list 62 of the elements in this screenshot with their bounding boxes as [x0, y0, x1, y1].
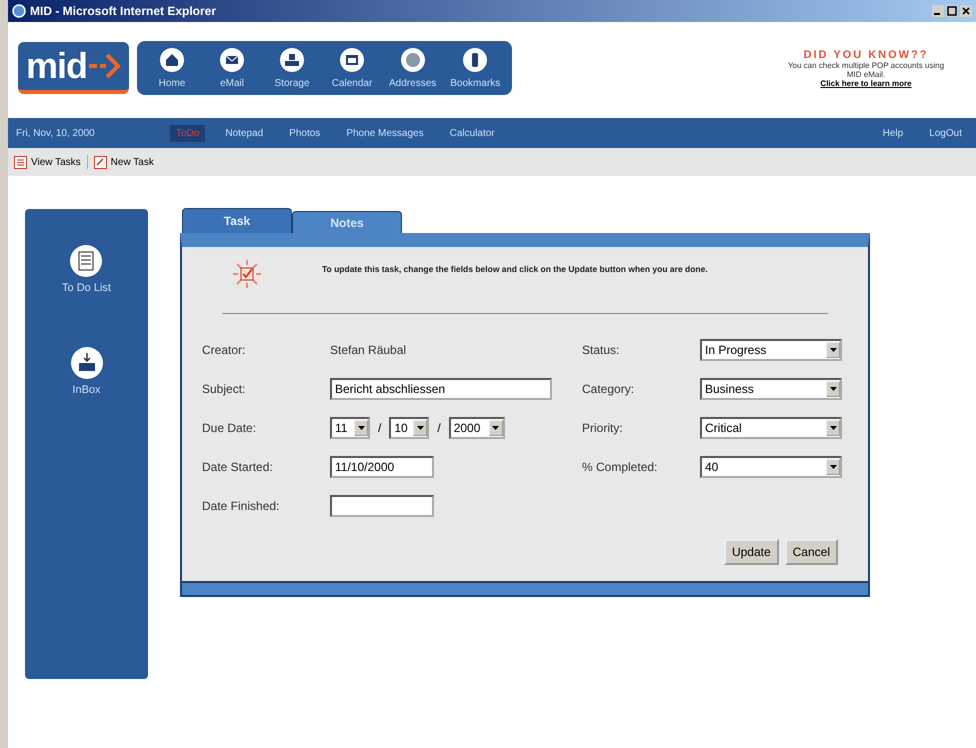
field-label: Category: — [582, 382, 636, 396]
menu-link[interactable]: LogOut — [923, 124, 968, 142]
menu-link[interactable]: Help — [876, 124, 910, 142]
minimize-icon[interactable] — [932, 5, 944, 17]
nav-item[interactable]: eMail — [203, 45, 262, 91]
dropdown[interactable]: 10 — [389, 416, 430, 438]
tip-heading: DID YOU KNOW?? — [804, 48, 928, 60]
menu-item[interactable]: Photos — [283, 124, 326, 142]
dropdown[interactable]: Business — [700, 378, 842, 400]
date-label: Fri, Nov, 10, 2000 — [16, 128, 96, 138]
nav-item[interactable]: Storage — [263, 45, 322, 91]
window-title: MID - Microsoft Internet Explorer — [30, 4, 216, 18]
nav-item[interactable]: Calendar — [323, 45, 382, 91]
menu-item[interactable]: Phone Messages — [340, 124, 430, 142]
field-label: Due Date: — [202, 420, 258, 434]
dropdown[interactable]: Critical — [700, 416, 842, 438]
field-label: Creator: — [202, 342, 246, 356]
input-field[interactable] — [330, 494, 434, 516]
tray-icon — [279, 47, 306, 73]
checklist-icon — [69, 244, 104, 278]
nav-item[interactable]: Home — [143, 45, 202, 91]
dropdown[interactable]: In Progress — [700, 338, 842, 360]
sidebar-item[interactable]: To Do List — [56, 243, 117, 295]
house-icon — [159, 47, 186, 73]
logo[interactable]: mid — [18, 42, 130, 94]
learn-more-link[interactable]: Click here to learn more — [820, 78, 912, 88]
field-label: Priority: — [582, 420, 624, 434]
dropdown[interactable]: 40 — [700, 456, 842, 478]
list-icon — [14, 156, 27, 168]
dropdown[interactable]: 11 — [330, 416, 370, 438]
creator-name: Stefan Räubal — [330, 342, 406, 356]
nav-item[interactable]: Addresses — [383, 45, 442, 91]
close-icon[interactable] — [960, 5, 972, 17]
field-label: Status: — [582, 342, 620, 356]
page-icon — [94, 156, 107, 168]
toolbar-button[interactable]: View Tasks — [14, 156, 81, 168]
menu-item[interactable]: Notepad — [219, 124, 270, 142]
field-label: Date Finished: — [202, 498, 280, 512]
dropdown[interactable]: 2000 — [448, 416, 505, 438]
tab[interactable]: Notes — [292, 211, 402, 233]
inbox-icon — [70, 346, 104, 380]
tip-text: You can check multiple POP accounts using MID eMail. — [786, 60, 946, 78]
nav-item[interactable]: Bookmarks — [444, 45, 506, 91]
input-field[interactable]: 11/10/2000 — [330, 456, 434, 478]
form-button[interactable]: Update — [724, 539, 779, 565]
toolbar-button[interactable]: New Task — [94, 156, 154, 168]
input-field[interactable]: Bericht abschliessen — [330, 378, 552, 400]
envelope-icon — [219, 47, 246, 73]
menu-item[interactable]: Calculator — [444, 124, 501, 142]
calendar-icon — [339, 47, 366, 73]
date-separator: / — [378, 420, 382, 434]
field-label: Date Started: — [202, 460, 274, 474]
task-icon — [232, 259, 262, 289]
form-button[interactable]: Cancel — [784, 539, 838, 565]
instructions-text: To update this task, change the fields below and click on the Update button when you are done. — [322, 263, 709, 276]
maximize-icon[interactable] — [946, 5, 958, 17]
tab[interactable]: Task — [182, 208, 292, 233]
date-separator: / — [437, 420, 441, 434]
browser-icon — [12, 4, 26, 18]
field-label: Subject: — [202, 382, 246, 396]
field-label: % Completed: — [582, 460, 658, 474]
sidebar-item[interactable]: InBox — [64, 345, 110, 397]
